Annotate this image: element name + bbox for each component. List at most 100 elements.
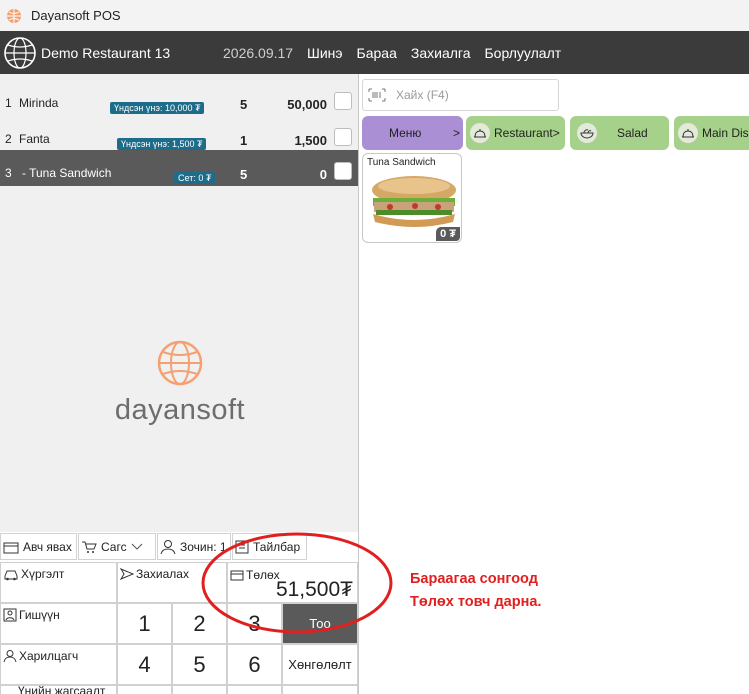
note-icon: [235, 540, 249, 553]
brand-wordmark: dayansoft: [114, 394, 246, 426]
row-checkbox[interactable]: [334, 162, 352, 180]
cart-button[interactable]: Сагс: [78, 533, 156, 560]
search-box[interactable]: Хайх (F4): [362, 79, 559, 111]
nav-products[interactable]: Бараа: [357, 45, 397, 61]
base-price-badge: Үндсэн үнэ: 1,500 ₮: [117, 138, 207, 150]
takeaway-label: Авч явах: [23, 539, 72, 554]
numpad-key[interactable]: [117, 685, 172, 694]
takeaway-button[interactable]: Авч явах: [0, 533, 77, 560]
row-checkbox[interactable]: [334, 128, 352, 146]
person-icon: [160, 539, 176, 554]
customer-label: Харилцагч: [19, 649, 79, 663]
product-name: Tuna Sandwich: [367, 157, 436, 168]
globe-logo-icon: [4, 36, 36, 69]
top-nav: Demo Restaurant 13 2026.09.17 Шинэ Бараа…: [0, 31, 749, 74]
note-label: Тайлбар: [253, 539, 301, 554]
numpad-1[interactable]: 1: [117, 603, 172, 644]
item-name: Mirinda: [19, 96, 59, 110]
item-qty: 5: [240, 167, 248, 182]
product-card[interactable]: Tuna Sandwich 0 ₮: [362, 153, 462, 243]
numpad-3[interactable]: 3: [227, 603, 282, 644]
category-main-dish[interactable]: Main Dis: [674, 116, 749, 150]
takeaway-icon: [3, 542, 19, 553]
annotation-line-2: Төлөх товч дарна.: [410, 594, 542, 610]
cart-label: Сагс: [101, 539, 127, 554]
member-label: Гишүүн: [19, 608, 60, 622]
item-total: 50,000: [287, 97, 327, 112]
barcode-icon: [368, 88, 386, 102]
window-titlebar: Dayansoft POS: [0, 0, 749, 31]
discount-button[interactable]: Хөнгөлөлт: [282, 644, 358, 685]
category-restaurant[interactable]: Restaurant>: [466, 116, 565, 150]
category-label: Restaurant>: [494, 126, 560, 140]
item-total: 1,500: [294, 133, 327, 148]
row-checkbox[interactable]: [334, 92, 352, 110]
brand-globe-icon: [157, 340, 203, 386]
order-row-selected[interactable]: 3 - Tuna Sandwich Сет: 0 ₮ 5 0: [0, 150, 358, 186]
window-title: Dayansoft POS: [31, 8, 121, 23]
category-label: Меню: [389, 126, 422, 140]
numpad-key[interactable]: [227, 685, 282, 694]
category-menu[interactable]: Меню >: [362, 116, 463, 150]
category-salad[interactable]: Salad: [570, 116, 669, 150]
numpad-4[interactable]: 4: [117, 644, 172, 685]
numpad-5[interactable]: 5: [172, 644, 227, 685]
base-price-badge: Үндсэн үнэ: 10,000 ₮: [110, 102, 205, 114]
member-button[interactable]: Гишүүн: [0, 603, 117, 644]
cloche-icon: [470, 123, 490, 143]
row-index: 1: [5, 96, 12, 110]
row-index: 2: [5, 132, 12, 146]
cloche-icon: [678, 123, 698, 143]
payment-total: 51,500₮: [275, 578, 353, 601]
current-date: 2026.09.17: [223, 44, 294, 61]
order-row[interactable]: 2 Fanta Үндсэн үнэ: 1,500 ₮ 1 1,500: [0, 116, 358, 152]
restaurant-name: Demo Restaurant 13: [41, 44, 171, 61]
checkout-controls: Авч явах Сагс Зочин: 1 Тайлбар Хүргэлт З…: [0, 532, 358, 694]
delivery-button[interactable]: Хүргэлт: [0, 562, 117, 603]
salad-bowl-icon: [577, 123, 597, 143]
place-order-button[interactable]: Захиалах: [117, 562, 227, 603]
send-icon: [120, 568, 134, 580]
item-name: - Tuna Sandwich: [22, 166, 112, 180]
category-label: Main Dis: [702, 126, 749, 140]
annotation-line-1: Бараагаа сонгоод: [410, 571, 538, 587]
item-qty: 1: [240, 133, 248, 148]
price-list-button[interactable]: Үнийн жагсаалт: [0, 685, 117, 694]
set-price-badge: Сет: 0 ₮: [174, 172, 216, 184]
search-placeholder: Хайх (F4): [396, 88, 449, 102]
chevron-down-icon: [131, 543, 142, 550]
nav-sales[interactable]: Борлуулалт: [484, 45, 561, 61]
delivery-label: Хүргэлт: [21, 567, 65, 581]
category-arrow: >: [452, 126, 460, 140]
price-list-label: Үнийн жагсаалт: [18, 685, 106, 694]
note-button[interactable]: Тайлбар: [232, 533, 307, 560]
item-name: Fanta: [19, 132, 50, 146]
numpad-2[interactable]: 2: [172, 603, 227, 644]
nav-new[interactable]: Шинэ: [307, 45, 343, 61]
sandwich-image: [372, 176, 456, 227]
guests-button[interactable]: Зочин: 1: [157, 533, 231, 560]
cart-icon: [82, 541, 97, 553]
member-icon: [3, 608, 17, 622]
numpad-key[interactable]: [172, 685, 227, 694]
place-order-label: Захиалах: [136, 567, 189, 581]
order-row[interactable]: 1 Mirinda Үндсэн үнэ: 10,000 ₮ 5 50,000: [0, 80, 358, 116]
function-key[interactable]: [282, 685, 358, 694]
item-qty: 5: [240, 97, 248, 112]
car-icon: [4, 570, 18, 580]
brand-logo: dayansoft: [100, 339, 260, 427]
payment-button[interactable]: Төлөх 51,500₮: [227, 562, 358, 603]
app-logo-icon: [7, 8, 21, 23]
person-icon: [3, 650, 17, 663]
row-index: 3: [5, 166, 12, 180]
category-label: Salad: [617, 126, 648, 140]
guests-label: Зочин: 1: [180, 539, 227, 554]
quantity-button[interactable]: Тоо: [282, 603, 358, 644]
item-total: 0: [319, 167, 327, 182]
product-price: 0 ₮: [436, 227, 460, 241]
nav-orders[interactable]: Захиалга: [411, 45, 471, 61]
customer-button[interactable]: Харилцагч: [0, 644, 117, 685]
payment-label: Төлөх: [246, 568, 280, 582]
card-icon: [230, 570, 244, 580]
numpad-6[interactable]: 6: [227, 644, 282, 685]
